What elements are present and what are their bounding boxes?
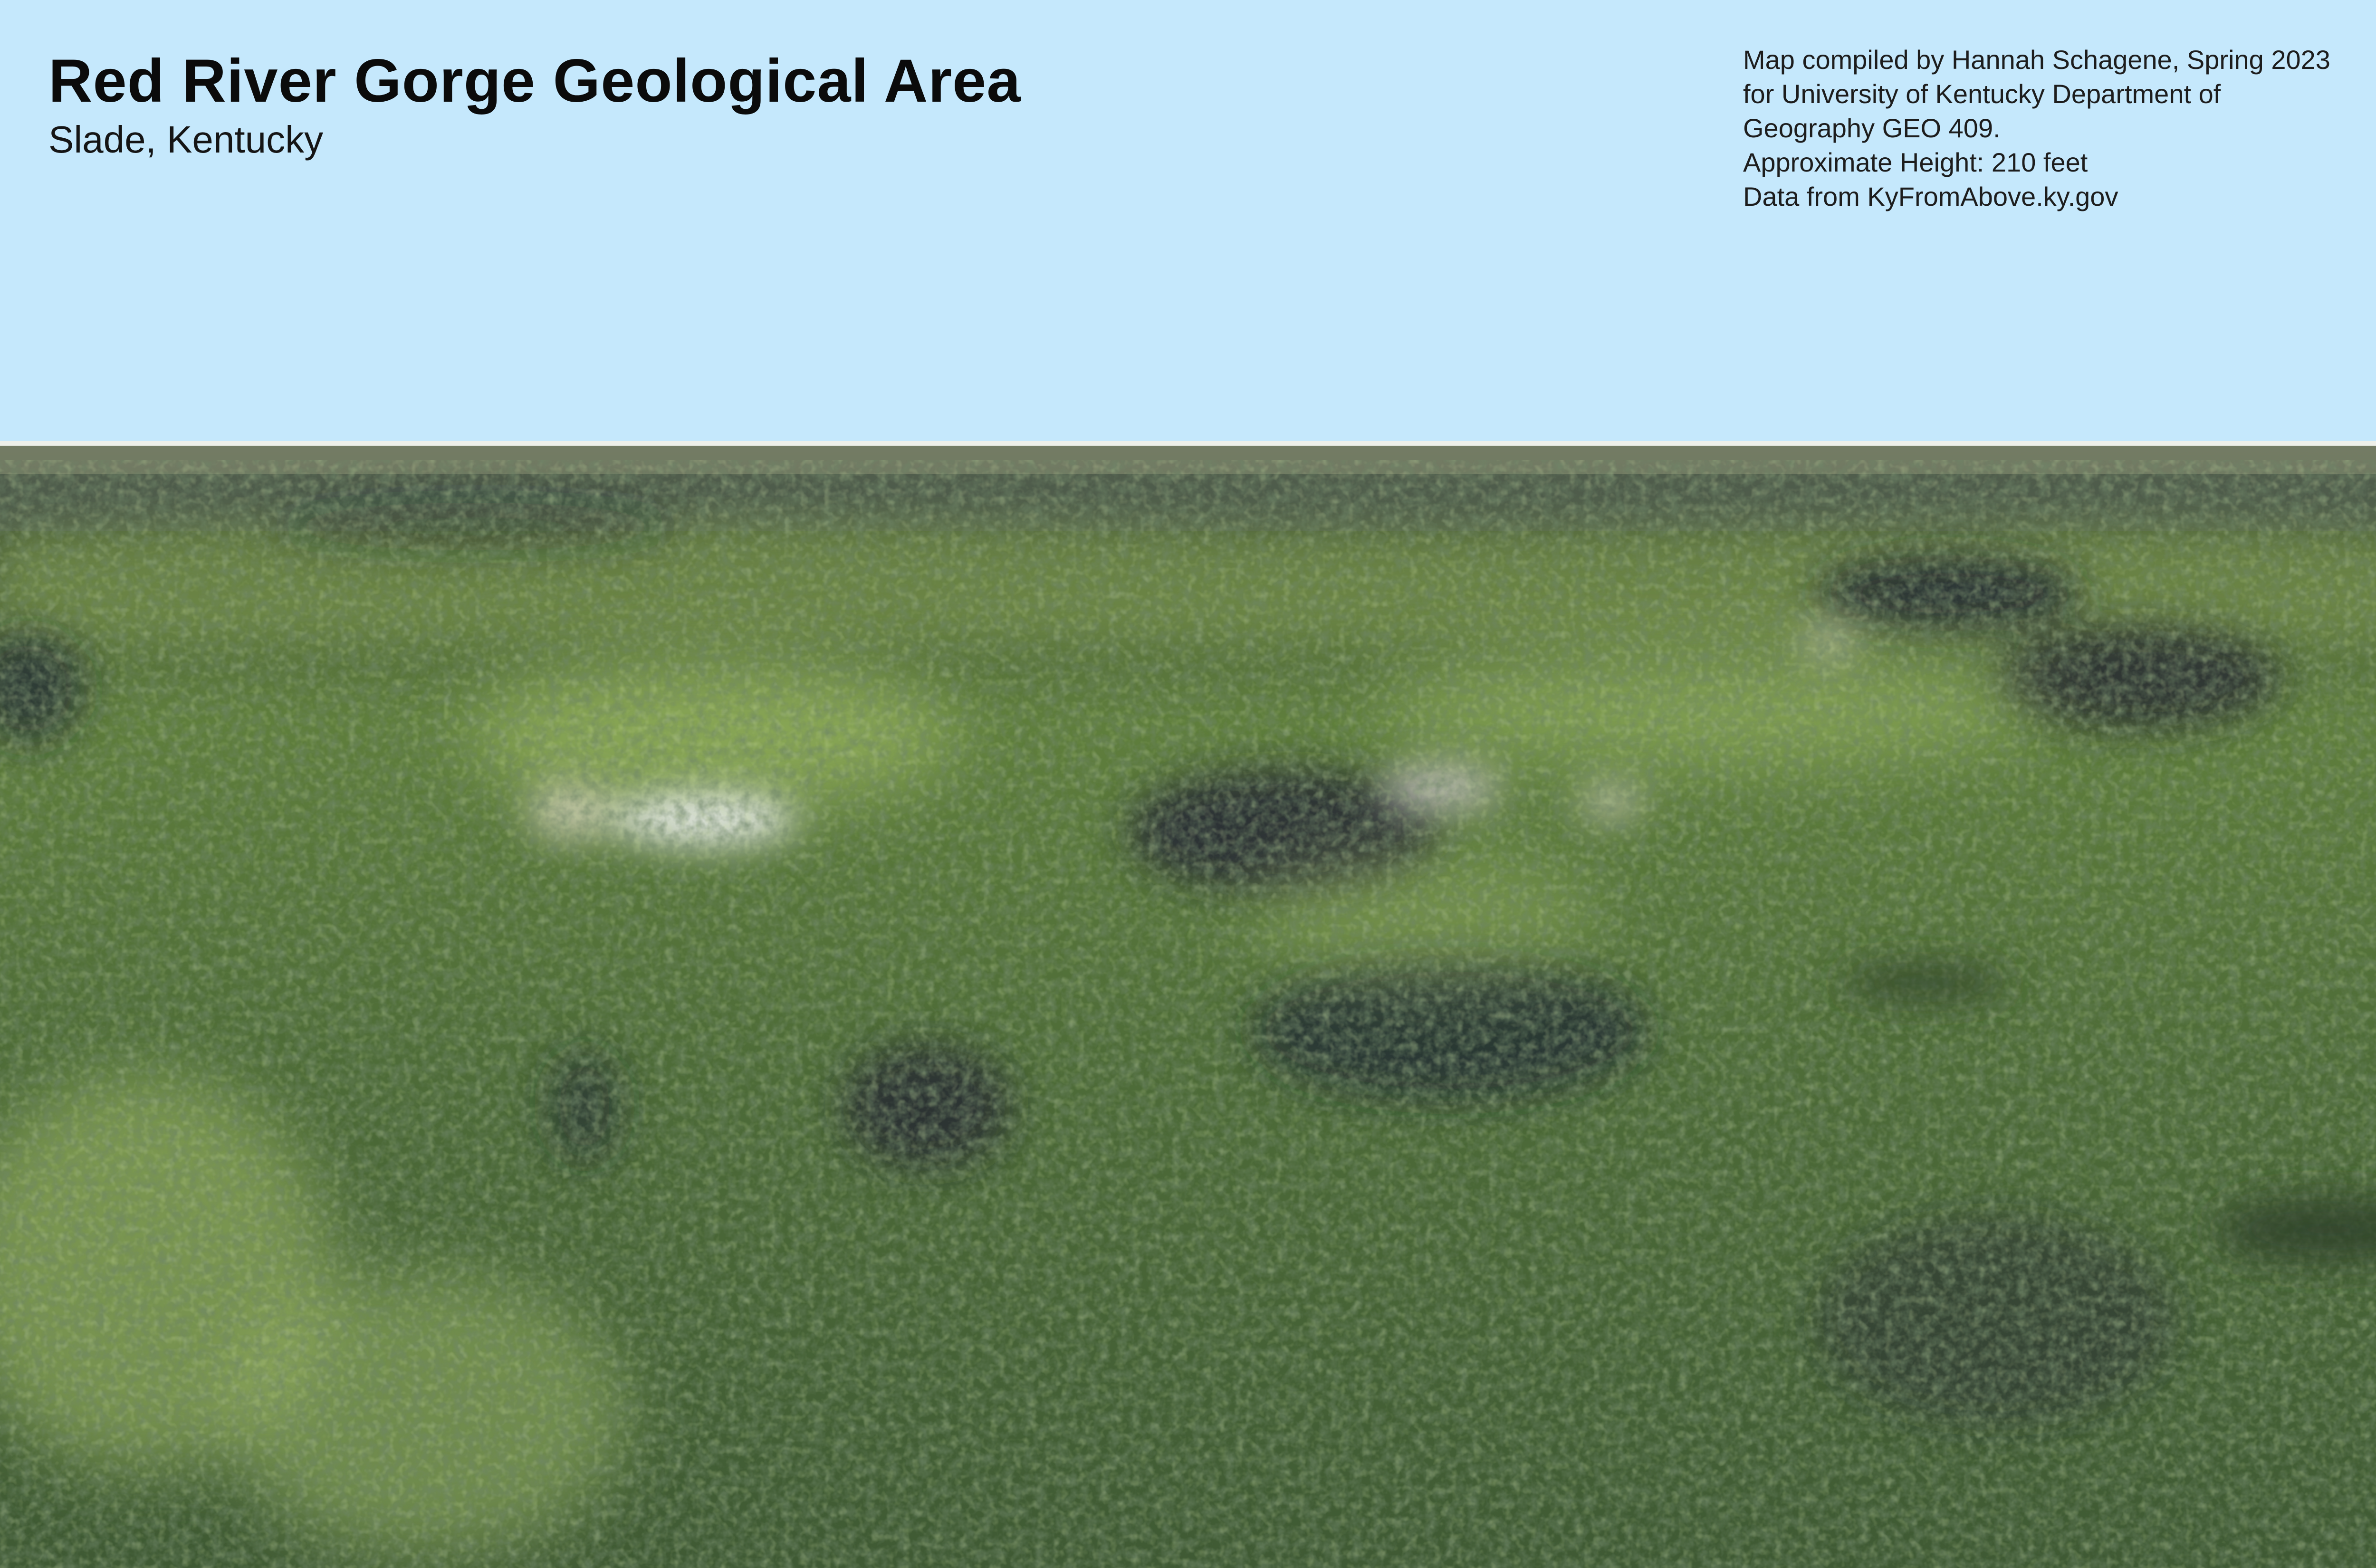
map-title-block: Red River Gorge Geological Area Slade, K… bbox=[48, 46, 1284, 163]
credit-line-source: Data from KyFromAbove.ky.gov bbox=[1743, 180, 2376, 214]
terrain-imagery bbox=[0, 441, 2376, 1568]
map-credits: Map compiled by Hannah Schagene, Spring … bbox=[1743, 43, 2376, 214]
map-subtitle: Slade, Kentucky bbox=[48, 117, 1284, 163]
map-canvas: Red River Gorge Geological Area Slade, K… bbox=[0, 0, 2376, 1568]
terrain-3d-view[interactable] bbox=[0, 441, 2376, 1568]
credit-line-author: Map compiled by Hannah Schagene, Spring … bbox=[1743, 43, 2376, 77]
credit-line-height: Approximate Height: 210 feet bbox=[1743, 145, 2376, 180]
credit-line-course: Geography GEO 409. bbox=[1743, 111, 2376, 145]
map-title: Red River Gorge Geological Area bbox=[48, 46, 1284, 117]
credit-line-institution: for University of Kentucky Department of bbox=[1743, 77, 2376, 111]
